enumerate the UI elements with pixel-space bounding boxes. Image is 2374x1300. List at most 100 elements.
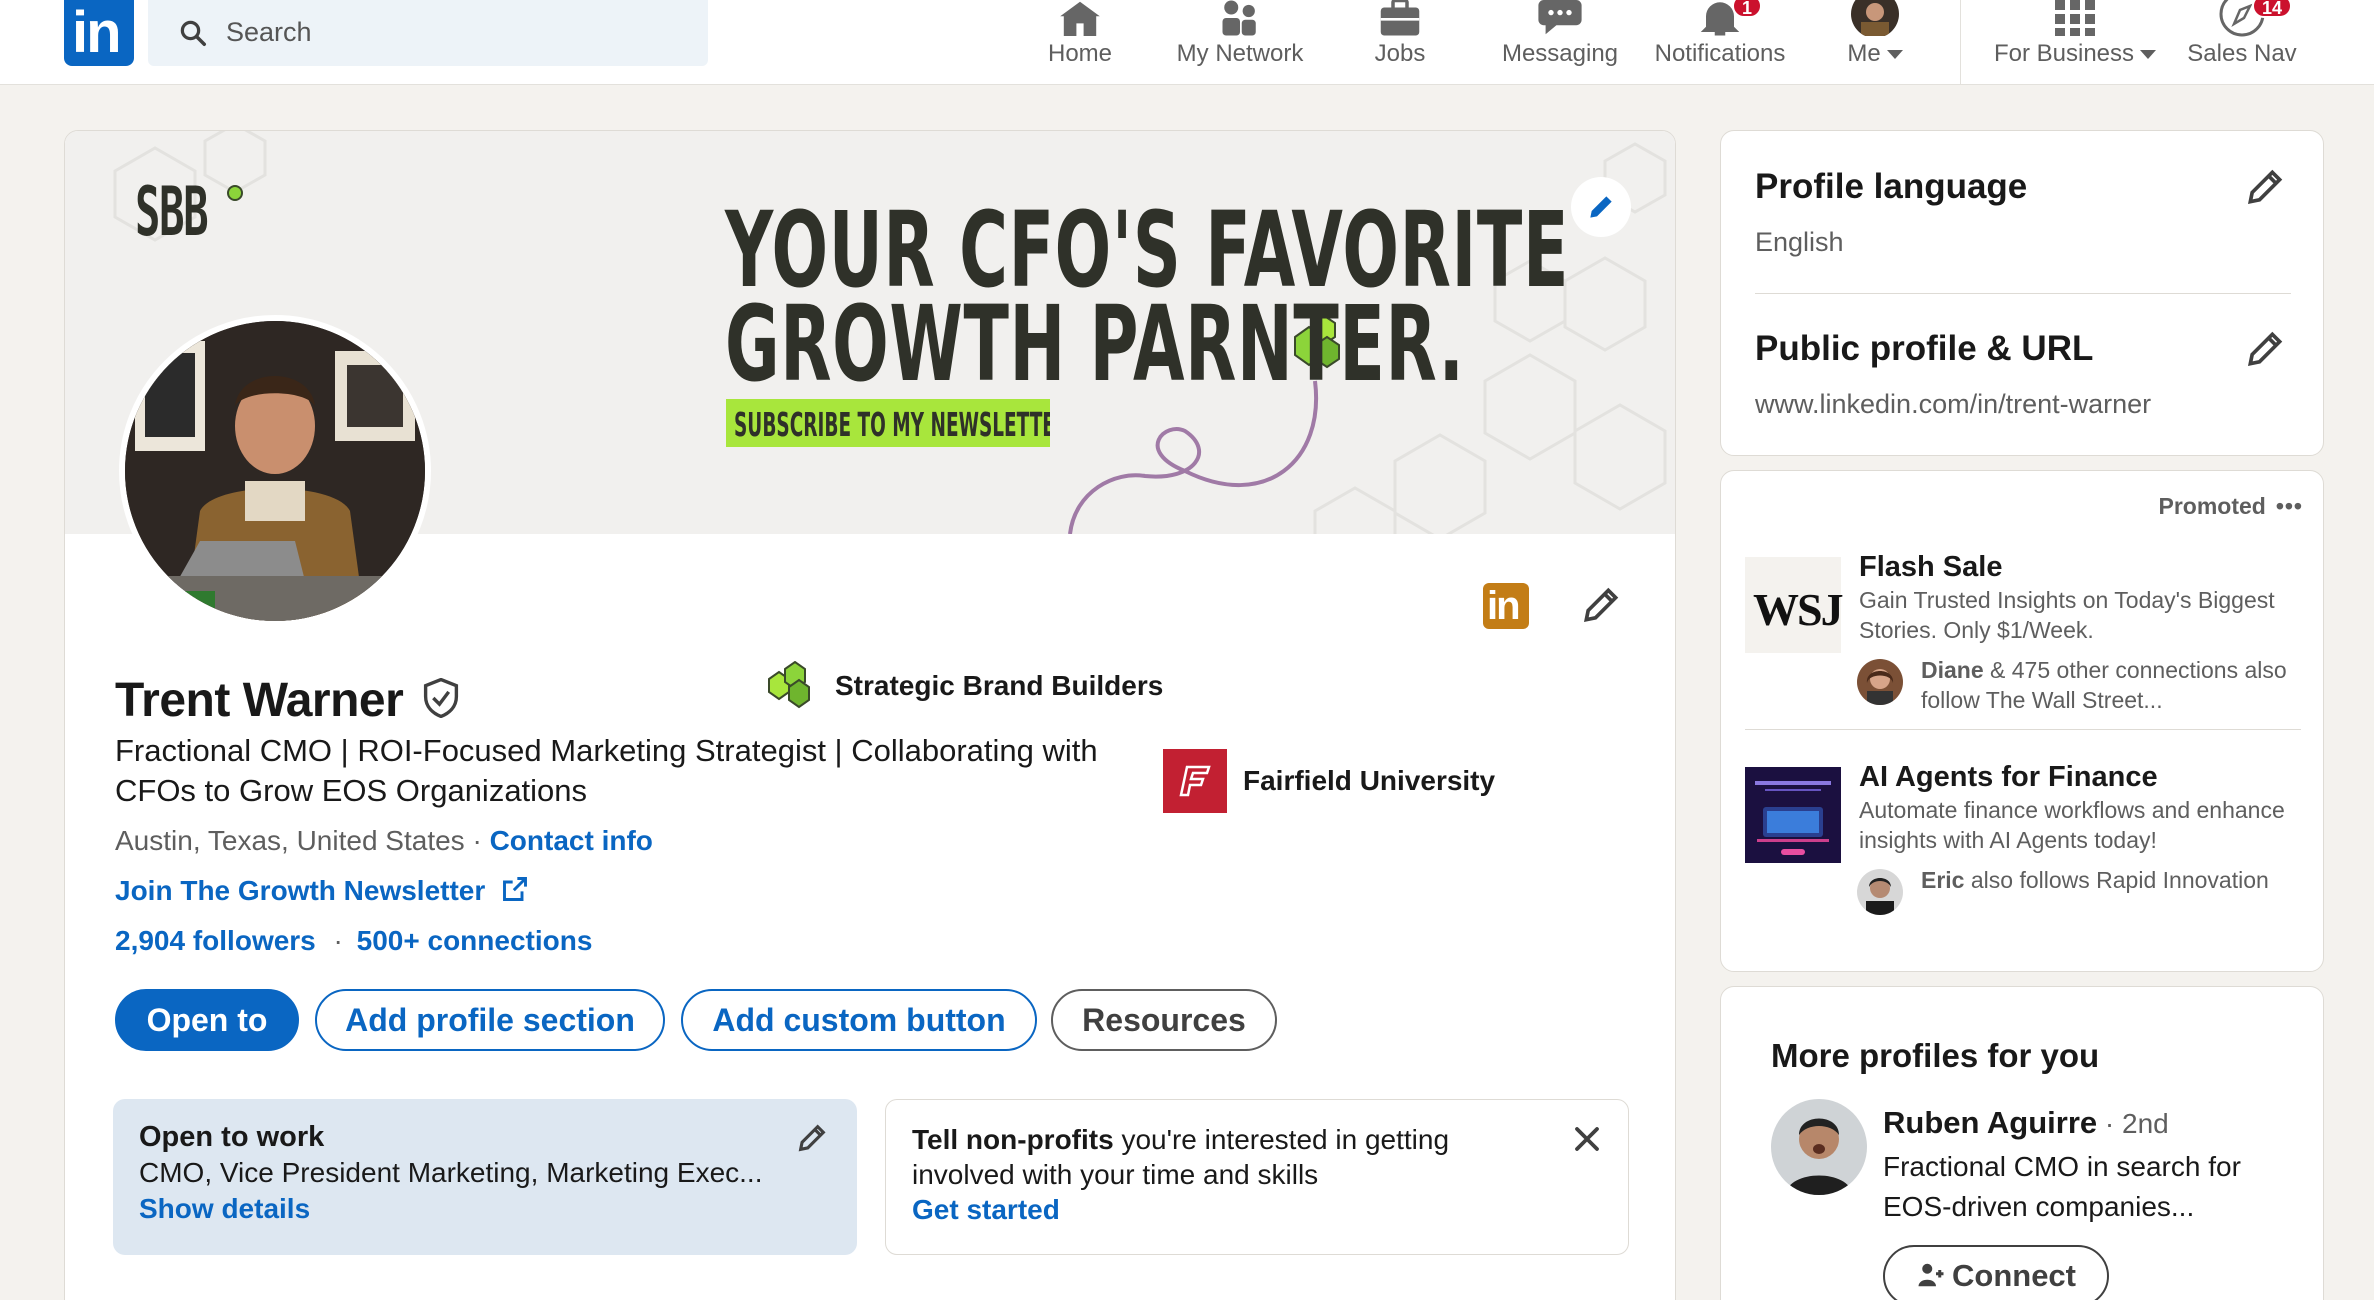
pencil-icon[interactable] — [795, 1121, 829, 1155]
connect-button[interactable]: Connect — [1883, 1245, 2109, 1300]
public-profile-url: www.linkedin.com/in/trent-warner — [1755, 389, 2152, 419]
briefcase-icon — [1380, 0, 1420, 36]
home-icon — [1060, 1, 1100, 36]
profile-language-value: English — [1755, 227, 1844, 257]
avatar — [1857, 659, 1903, 705]
ad-social-name: Eric — [1921, 867, 1965, 893]
nav-divider — [1960, 0, 1961, 85]
pencil-icon[interactable] — [2243, 327, 2287, 371]
profile-suggestion-name-row[interactable]: Ruben Aguirre · 2nd — [1883, 1105, 2169, 1141]
ad-social-name: Diane — [1921, 657, 1984, 683]
counts-separator: · — [333, 925, 343, 956]
more-profiles-title: More profiles for you — [1771, 1037, 2100, 1074]
verified-shield-icon[interactable] — [422, 677, 460, 719]
pencil-icon[interactable] — [2243, 165, 2287, 209]
nav-for-business-label: For Business — [1993, 40, 2135, 67]
contact-info-link[interactable]: Contact info — [490, 825, 653, 856]
nav-my-network[interactable]: My Network — [1160, 0, 1320, 85]
external-link-icon[interactable] — [501, 875, 529, 903]
nav-sales-nav-label: Sales Nav — [2187, 40, 2297, 67]
nav-me-label: Me — [1847, 40, 1881, 67]
public-profile-title: Public profile & URL — [1755, 329, 2094, 368]
open-to-button[interactable]: Open to — [115, 989, 299, 1051]
top-navigation: in Home My Network Jobs Messaging 1 Noti… — [0, 0, 2374, 85]
close-icon[interactable] — [1572, 1124, 1602, 1154]
promoted-card: Promoted ••• WSJ Flash Sale Gain Trusted … — [1720, 470, 2324, 972]
ad-social-proof: Eric also follows Rapid Innovation — [1921, 865, 2311, 895]
linkedin-logo[interactable]: in — [64, 0, 134, 66]
profile-location-row: Austin, Texas, United States · Contact i… — [115, 825, 653, 857]
followers-link[interactable]: 2,904 followers — [115, 925, 316, 956]
search-icon — [180, 20, 206, 46]
profile-name: Trent Warner — [115, 674, 404, 727]
ad-title[interactable]: Flash Sale — [1859, 551, 2002, 584]
get-started-link[interactable]: Get started — [912, 1194, 1060, 1226]
avatar — [1851, 0, 1899, 36]
wsj-logo[interactable]: WSJ — [1745, 557, 1844, 653]
search-input[interactable] — [226, 10, 686, 54]
ad-title[interactable]: AI Agents for Finance — [1859, 761, 2158, 794]
nav-notifications[interactable]: 1 Notifications — [1640, 0, 1800, 85]
nav-for-business[interactable]: For Business — [1980, 0, 2170, 85]
nav-messaging-label: Messaging — [1501, 40, 1619, 67]
nav-messaging[interactable]: Messaging — [1490, 0, 1630, 85]
banner-headline-line2: GROWTH PARNTER. — [725, 283, 1465, 405]
location-separator: · — [472, 825, 482, 856]
chevron-down-icon — [1886, 50, 1903, 60]
connections-link[interactable]: 500+ connections — [357, 925, 593, 956]
open-to-work-title: Open to work — [139, 1121, 325, 1153]
edit-intro-button[interactable] — [1571, 575, 1631, 635]
nav-me[interactable]: Me — [1830, 0, 1920, 85]
sales-nav-badge: 14 — [2252, 0, 2293, 18]
org-strategic-brand-builders-label: Strategic Brand Builders — [835, 670, 1164, 701]
linkedin-premium-icon[interactable]: in — [1483, 583, 1529, 629]
open-to-work-roles: CMO, Vice President Marketing, Marketing… — [139, 1157, 763, 1188]
newsletter-link[interactable]: Join The Growth Newsletter — [115, 875, 485, 906]
notifications-badge: 1 — [1732, 0, 1763, 18]
org-strategic-brand-builders[interactable]: Strategic Brand Builders — [767, 660, 1164, 709]
promoted-row: Promoted ••• — [2158, 493, 2303, 520]
more-profiles-card: More profiles for you Ruben Aguirre · 2n… — [1720, 986, 2324, 1300]
add-profile-section-button[interactable]: Add profile section — [315, 989, 665, 1051]
profile-language-title: Profile language — [1755, 167, 2028, 206]
ai-agents-ad-image[interactable] — [1745, 767, 1841, 863]
add-custom-button[interactable]: Add custom button — [681, 989, 1037, 1051]
pencil-icon — [1583, 587, 1619, 623]
chat-icon — [1538, 0, 1582, 35]
fairfield-logo-icon[interactable] — [1163, 749, 1227, 813]
profile-suggestion-name: Ruben Aguirre — [1883, 1105, 2098, 1140]
newsletter-row: Join The Growth Newsletter — [115, 875, 529, 907]
avatar — [1857, 869, 1903, 915]
ad-description: Automate finance workflows and enhance i… — [1859, 797, 2285, 853]
edit-banner-button[interactable] — [1571, 177, 1631, 237]
resources-button[interactable]: Resources — [1051, 989, 1277, 1051]
ad-social-proof: Diane & 475 other connections also follo… — [1921, 655, 2311, 715]
profile-headline: Fractional CMO | ROI-Focused Marketing S… — [115, 733, 1098, 808]
open-to-work-card[interactable]: Open to work CMO, Vice President Marketi… — [113, 1099, 857, 1255]
nav-jobs[interactable]: Jobs — [1350, 0, 1450, 85]
divider — [1745, 729, 2301, 730]
more-options-icon[interactable]: ••• — [2276, 493, 2303, 519]
nav-home[interactable]: Home — [1030, 0, 1130, 85]
show-details-link[interactable]: Show details — [139, 1193, 310, 1225]
nav-sales-nav[interactable]: 14 Sales Nav — [2180, 0, 2304, 85]
nav-notifications-label: Notifications — [1654, 40, 1786, 67]
connect-label: Connect — [1952, 1258, 2076, 1293]
nav-my-network-label: My Network — [1176, 40, 1304, 67]
nav-home-label: Home — [1047, 40, 1113, 67]
ad-social-text: also follows Rapid Innovation — [1964, 867, 2269, 893]
org-fairfield-university-label[interactable]: Fairfield University — [1243, 765, 1495, 797]
avatar[interactable] — [1771, 1099, 1867, 1195]
nonprofit-text: Tell non-profits you're interested in ge… — [912, 1122, 1552, 1192]
profile-photo[interactable] — [119, 315, 431, 627]
bee-logo-icon — [768, 660, 810, 709]
nav-jobs-label: Jobs — [1374, 40, 1426, 67]
profile-location: Austin, Texas, United States — [115, 825, 465, 856]
banner-logo-bee-icon — [227, 185, 243, 201]
nonprofit-card: Tell non-profits you're interested in ge… — [885, 1099, 1629, 1255]
search-bar[interactable] — [148, 0, 708, 66]
network-counts: 2,904 followers · 500+ connections — [115, 925, 592, 957]
profile-suggestion-headline: Fractional CMO in search for EOS-driven … — [1883, 1151, 2241, 1222]
add-person-icon — [1918, 1263, 1944, 1287]
nonprofit-bold: Tell non-profits — [912, 1124, 1114, 1155]
